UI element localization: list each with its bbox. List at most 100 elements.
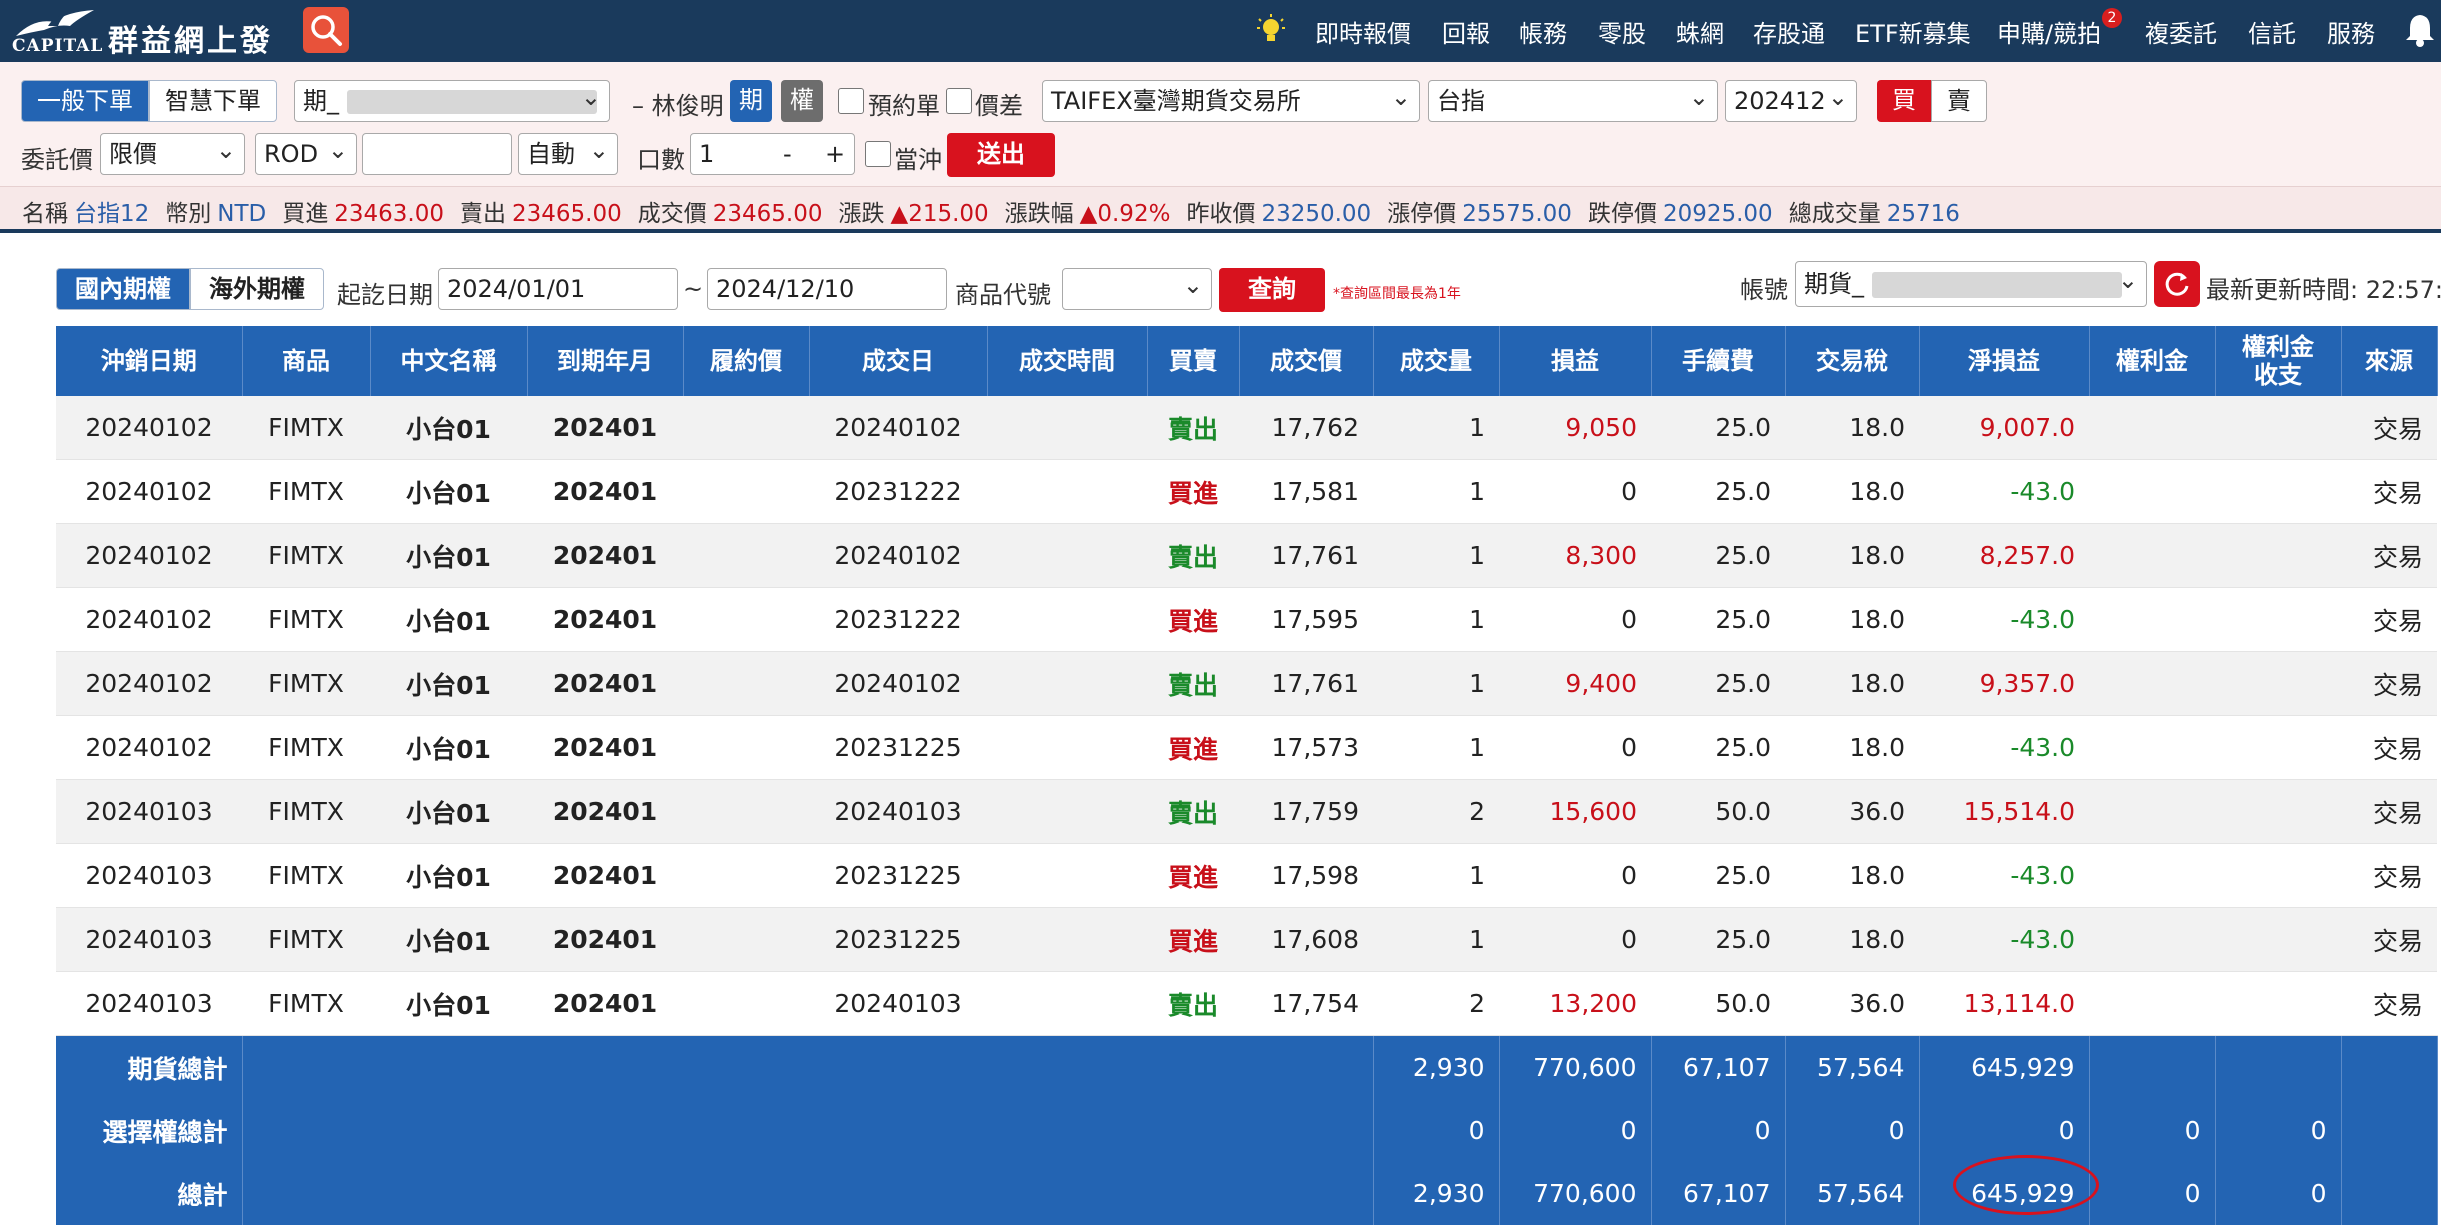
nav-accounts[interactable]: 帳務 [1519,14,1567,49]
column-header[interactable]: 中文名稱 [370,326,528,396]
column-header[interactable]: 淨損益 [1919,326,2090,396]
table-cell: 買進 [1147,715,1239,780]
summary-cell: 67,107 [1651,1035,1786,1099]
summary-cell [2089,1035,2216,1099]
buy-button[interactable]: 買 [1877,80,1931,122]
capital-logo[interactable]: CAPITAL 群益網上發 [8,6,298,59]
tab-overseas[interactable]: 海外期權 [190,268,324,310]
column-header[interactable]: 損益 [1499,326,1652,396]
quote-bar: 名稱 台指12 幣別 NTD 買進 23463.00 賣出 23465.00 成交價 23465.… [0,187,2441,233]
highlight-circle [1953,1155,2099,1215]
table-cell: 小台01 [370,843,527,908]
table-cell [683,907,809,972]
auto-select[interactable]: 自動 [518,133,618,175]
table-cell: 13,114.0 [1919,971,2089,1036]
type-options-button[interactable]: 權 [781,80,823,122]
column-header[interactable]: 成交價 [1239,326,1374,396]
table-row: 20240102 FIMTX 小台01 202401 20240102 賣出 17,762 1… [56,396,2437,460]
table-cell: 20240103 [56,907,242,972]
nav-trust[interactable]: 信託 [2248,14,2296,49]
query-button[interactable]: 查詢 [1219,268,1325,312]
nav-subscription[interactable]: 申購/競拍 [1997,14,2101,49]
column-header[interactable]: 成交日 [809,326,988,396]
table-cell: 20240102 [56,523,242,588]
nav-spider[interactable]: 蛛網 [1676,14,1724,49]
column-header[interactable]: 履約價 [683,326,810,396]
price-type-select[interactable]: 限價 [100,133,245,175]
column-header[interactable]: 成交時間 [987,326,1148,396]
date-range-label: 起訖日期 [337,281,433,309]
summary-label: 總計 [56,1162,243,1225]
date-from-input[interactable]: 2024/01/01 [438,268,678,310]
lightbulb-icon[interactable] [1257,14,1285,48]
column-header[interactable]: 到期年月 [527,326,684,396]
nav-realtime-quote[interactable]: 即時報價 [1315,14,1411,49]
type-futures-button[interactable]: 期 [730,80,772,122]
tab-normal-order[interactable]: 一般下單 [21,80,149,122]
table-cell: 17,595 [1239,587,1373,652]
column-header[interactable]: 權利金 收支 [2215,326,2342,396]
column-header[interactable]: 來源 [2341,326,2438,396]
table-row: 20240102 FIMTX 小台01 202401 20231222 買進 17,595 1… [56,587,2437,652]
product-code-select[interactable] [1062,268,1212,310]
tif-select[interactable]: ROD [255,133,357,175]
nav-service[interactable]: 服務 [2327,14,2375,49]
masked-query-account [1871,272,2122,298]
column-header[interactable]: 沖銷日期 [56,326,243,396]
tab-smart-order[interactable]: 智慧下單 [149,80,277,122]
table-cell: 買進 [1147,459,1239,524]
daytrade-checkbox[interactable] [865,141,891,167]
table-cell: 17,608 [1239,907,1373,972]
table-cell: 9,007.0 [1919,396,2089,460]
brand-capital: CAPITAL [12,36,104,56]
order-account-select[interactable]: 期_ [294,80,610,122]
exchange-select[interactable]: TAIFEX臺灣期貨交易所 [1042,80,1420,122]
refresh-button[interactable] [2154,261,2200,307]
nav-stock-savings[interactable]: 存股通 [1753,14,1825,49]
reserve-checkbox[interactable] [838,88,864,114]
summary-cell: 0 [2215,1099,2342,1162]
column-header[interactable]: 手續費 [1651,326,1786,396]
quote-label: 昨收價 [1186,201,1256,227]
table-cell [683,459,809,524]
spread-checkbox[interactable] [946,88,972,114]
summary-cell [2215,1035,2342,1099]
month-select[interactable]: 202412 [1725,80,1857,122]
date-to-input[interactable]: 2024/12/10 [707,268,947,310]
tab-domestic[interactable]: 國內期權 [56,268,190,310]
query-account-select[interactable]: 期貨_ [1795,261,2147,307]
table-cell: 25.0 [1651,396,1785,460]
table-cell: 20231222 [809,459,987,524]
nav-odd-lot[interactable]: 零股 [1598,14,1646,49]
column-header[interactable]: 權利金 [2089,326,2216,396]
column-header[interactable]: 交易稅 [1785,326,1920,396]
table-cell: 18.0 [1785,459,1919,524]
price-input[interactable] [362,133,512,175]
table-cell: 18.0 [1785,907,1919,972]
search-button[interactable] [303,7,349,53]
product-select[interactable]: 台指 [1428,80,1718,122]
nav-etf[interactable]: ETF新募集 [1855,14,1971,49]
table-cell [2089,396,2215,460]
nav-reports[interactable]: 回報 [1442,14,1490,49]
qty-minus-button[interactable]: - [783,134,792,174]
table-cell: 20240103 [56,779,242,844]
nav-sub-brokerage[interactable]: 複委託 [2145,14,2217,49]
submit-order-button[interactable]: 送出 [947,133,1055,177]
column-header[interactable]: 成交量 [1373,326,1500,396]
quote-label: 總成交量 [1788,201,1881,227]
table-cell: 20240103 [56,971,242,1036]
sell-button[interactable]: 賣 [1931,80,1987,122]
table-cell: 0 [1499,715,1651,780]
column-header[interactable]: 買賣 [1147,326,1240,396]
summary-cell: 0 [1651,1099,1786,1162]
table-row: 20240103 FIMTX 小台01 202401 20231225 買進 17,608 1… [56,907,2437,972]
table-cell: 交易 [2341,587,2437,652]
summary-cell: 2,930 [1373,1035,1500,1099]
table-cell: 13,200 [1499,971,1651,1036]
column-header[interactable]: 商品 [242,326,371,396]
table-cell: 8,257.0 [1919,523,2089,588]
qty-stepper[interactable]: 1 - + [690,133,855,175]
qty-plus-button[interactable]: + [825,134,845,174]
bell-icon[interactable] [2404,12,2436,48]
